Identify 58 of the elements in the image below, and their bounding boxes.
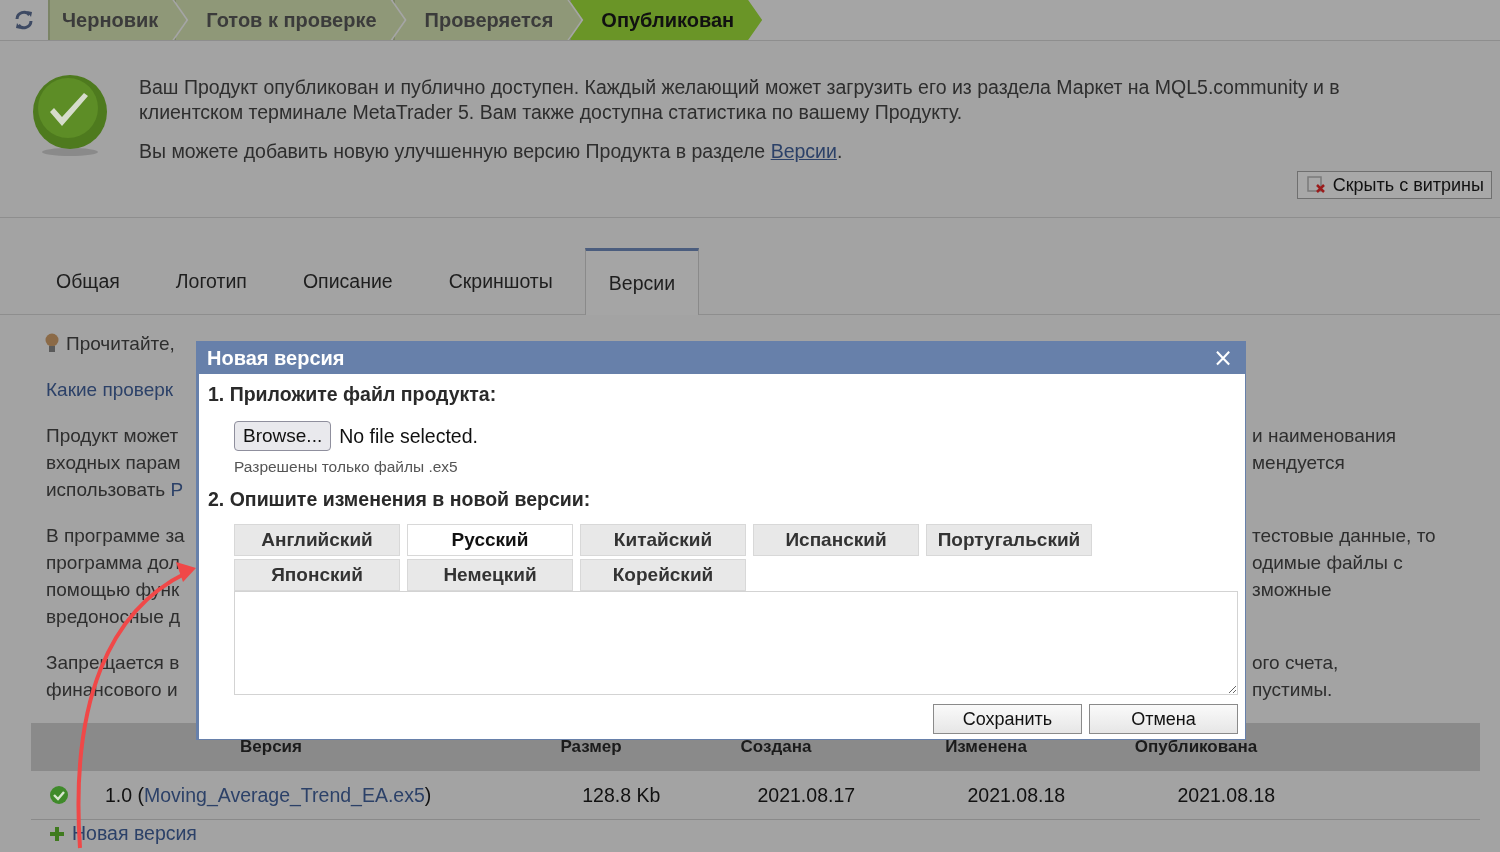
- language-tab[interactable]: Корейский: [580, 559, 746, 591]
- plus-icon: [50, 826, 64, 841]
- column-header: Изменена: [944, 737, 1028, 757]
- dialog-button[interactable]: Отмена: [1089, 704, 1238, 734]
- notice-message: Вы можете добавить новую улучшенную версию Продукта в разделе Версии.: [139, 139, 844, 164]
- paragraph-line: Продукт может: [46, 424, 180, 448]
- hide-icon: [1306, 176, 1327, 194]
- language-tab[interactable]: Португальский: [926, 524, 1092, 556]
- language-tab[interactable]: Китайский: [580, 524, 746, 556]
- paragraph-line: входных парам: [46, 451, 182, 475]
- dialog-button[interactable]: Сохранить: [933, 704, 1082, 734]
- tab[interactable]: Скриншоты: [420, 248, 581, 314]
- tab[interactable]: Описание: [274, 248, 421, 314]
- tab[interactable]: Версии: [584, 248, 700, 315]
- table-cell: 1.0 (Moving_Average_Trend_EA.ex5): [105, 783, 432, 807]
- success-check-icon: [32, 74, 108, 158]
- versions-link[interactable]: Версии: [770, 140, 837, 162]
- browse-button[interactable]: Browse...: [234, 421, 332, 451]
- file-hint: Разрешены только файлы .ex5: [234, 458, 459, 476]
- status-step: Проверяется: [392, 0, 582, 40]
- paragraph-line: мендуется: [1252, 451, 1346, 475]
- notice-message: Ваш Продукт опубликован и публично доступен. Каждый желающий может загрузить его из раздела Маркет на MQL5.community и в клиентском терминале MetaTrader 5. Вам также доступна статистика по вашему Продукту.: [139, 75, 1341, 125]
- step-heading: 1. Приложите файл продукта:: [208, 383, 498, 407]
- text-link[interactable]: Р: [170, 479, 184, 500]
- column-header: Создана: [739, 737, 813, 757]
- column-header: Версия: [239, 737, 303, 757]
- tab[interactable]: Общая: [28, 248, 148, 314]
- language-tab[interactable]: Немецкий: [407, 559, 573, 591]
- language-tab[interactable]: Японский: [234, 559, 400, 591]
- language-tab[interactable]: Испанский: [753, 524, 919, 556]
- status-step: Черновик: [48, 0, 187, 40]
- language-tab[interactable]: Английский: [234, 524, 400, 556]
- file-link[interactable]: Moving_Average_Trend_EA.ex5: [144, 783, 425, 806]
- table-cell-text: 2021.08.17: [756, 783, 857, 807]
- dialog-title: Новая версия: [207, 346, 345, 370]
- hide-button[interactable]: Скрыть с витрины: [1296, 171, 1492, 199]
- table-cell-text: 2021.08.18: [966, 783, 1067, 807]
- column-header: Размер: [559, 737, 623, 757]
- paragraph-line: и наименования: [1252, 424, 1397, 448]
- paragraph-line: В программе за: [46, 524, 186, 548]
- paragraph-line: тестовые данные, то: [1252, 524, 1436, 548]
- description-field[interactable]: [234, 591, 1238, 695]
- status-step: Опубликован: [569, 0, 763, 40]
- paragraph-line: пустимы.: [1252, 678, 1334, 702]
- paragraph-line: одимые файлы с: [1252, 551, 1404, 575]
- column-header: Опубликована: [1133, 737, 1259, 757]
- status-step: Готов к проверке: [174, 0, 405, 40]
- paragraph-line: ого счета,: [1252, 651, 1339, 675]
- file-status: No file selected.: [339, 424, 478, 448]
- hint-text: Прочитайте,: [66, 333, 175, 355]
- table-cell-text: 128.8 Kb: [581, 783, 662, 807]
- lightbulb-icon: [44, 333, 60, 355]
- step-heading: 2. Опишите изменения в новой версии:: [208, 488, 592, 512]
- tab[interactable]: Логотип: [147, 248, 275, 314]
- table-cell-text: 2021.08.18: [1176, 783, 1277, 807]
- close-button[interactable]: ×: [1208, 344, 1237, 372]
- paragraph-line: зможные: [1252, 578, 1333, 602]
- language-tab[interactable]: Русский: [407, 524, 573, 556]
